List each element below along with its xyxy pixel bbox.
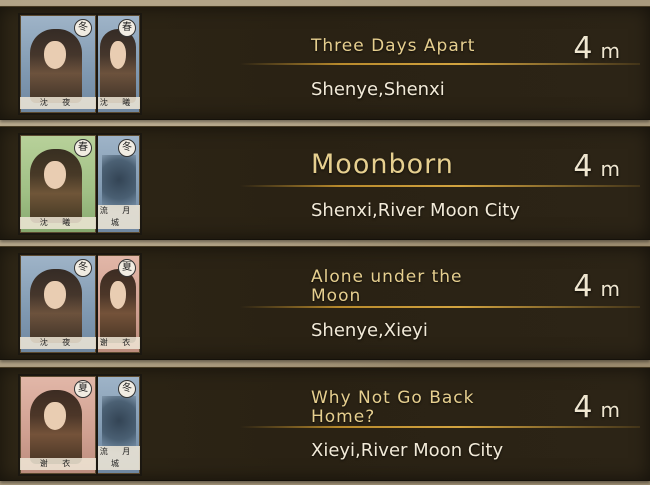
duration: 4m xyxy=(573,390,620,425)
divider xyxy=(240,426,640,428)
season-badge-icon: 冬 xyxy=(74,259,92,277)
season-badge-icon: 冬 xyxy=(118,380,136,398)
season-badge-icon: 春 xyxy=(74,139,92,157)
character-card-river-moon-city: 冬 流 月 城 xyxy=(94,374,142,476)
card-name: 流 月 城 xyxy=(96,205,140,229)
duration: 4m xyxy=(573,31,620,66)
duration: 4m xyxy=(573,149,620,184)
story-title: Why Not Go Back Home? xyxy=(311,388,475,427)
card-name: 沈 曦 xyxy=(96,97,140,109)
character-cards: 春 沈 曦 冬 流 月 城 xyxy=(18,133,142,235)
card-name: 沈 夜 xyxy=(20,97,96,109)
character-card-shenye: 冬 沈 夜 xyxy=(18,253,98,355)
character-cards: 冬 沈 夜 春 沈 曦 xyxy=(18,13,142,115)
story-characters: Shenye,Shenxi xyxy=(311,79,445,100)
story-title: Alone under the Moon xyxy=(311,267,463,306)
season-badge-icon: 冬 xyxy=(74,19,92,37)
card-name: 谢 衣 xyxy=(20,458,96,470)
duration: 4m xyxy=(573,269,620,304)
story-characters: Xieyi,River Moon City xyxy=(311,440,504,461)
story-entry-row[interactable]: 春 沈 曦 冬 流 月 城 Moonborn 4m Shenxi,River M… xyxy=(0,126,650,240)
character-card-xieyi: 夏 谢 衣 xyxy=(94,253,142,355)
season-badge-icon: 冬 xyxy=(118,139,136,157)
card-name: 沈 曦 xyxy=(20,217,96,229)
character-card-river-moon-city: 冬 流 月 城 xyxy=(94,133,142,235)
season-badge-icon: 夏 xyxy=(118,259,136,277)
season-badge-icon: 夏 xyxy=(74,380,92,398)
story-characters: Shenye,Xieyi xyxy=(311,320,428,341)
character-card-shenxi: 春 沈 曦 xyxy=(94,13,142,115)
card-name: 流 月 城 xyxy=(96,446,140,470)
card-name: 沈 夜 xyxy=(20,337,96,349)
story-entry-row[interactable]: 夏 谢 衣 冬 流 月 城 Why Not Go Back Home? 4m X… xyxy=(0,367,650,481)
divider xyxy=(240,306,640,308)
story-title: Three Days Apart xyxy=(311,36,476,56)
character-card-xieyi: 夏 谢 衣 xyxy=(18,374,98,476)
character-card-shenxi: 春 沈 曦 xyxy=(18,133,98,235)
character-card-shenye: 冬 沈 夜 xyxy=(18,13,98,115)
story-characters: Shenxi,River Moon City xyxy=(311,200,521,221)
story-entry-row[interactable]: 冬 沈 夜 夏 谢 衣 Alone under the Moon 4m Shen… xyxy=(0,246,650,360)
character-cards: 冬 沈 夜 夏 谢 衣 xyxy=(18,253,142,355)
story-entry-row[interactable]: 冬 沈 夜 春 沈 曦 Three Days Apart 4m Shenye,S… xyxy=(0,6,650,120)
divider xyxy=(240,185,640,187)
story-title: Moonborn xyxy=(311,149,454,180)
season-badge-icon: 春 xyxy=(118,19,136,37)
character-cards: 夏 谢 衣 冬 流 月 城 xyxy=(18,374,142,476)
card-name: 谢 衣 xyxy=(96,337,140,349)
